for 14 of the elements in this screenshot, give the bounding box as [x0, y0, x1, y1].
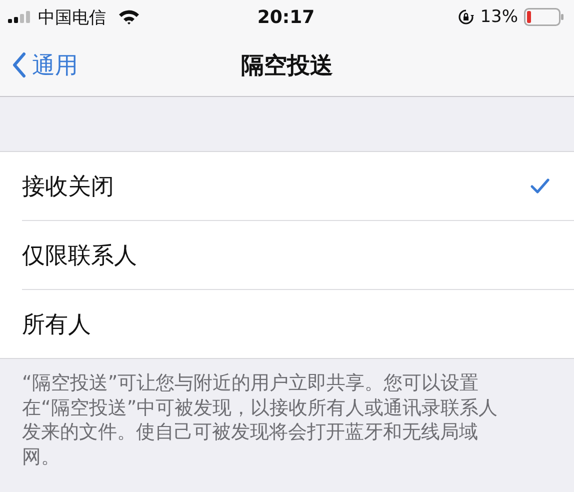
option-row[interactable]: 接收关闭	[22, 152, 574, 220]
status-time: 20:17	[257, 6, 315, 28]
back-button[interactable]: 通用	[12, 50, 78, 80]
carrier-name: 中国电信	[38, 6, 106, 28]
signal-icon	[8, 11, 32, 23]
battery-percent: 13%	[480, 7, 518, 27]
chevron-left-icon	[12, 52, 26, 78]
wifi-icon	[118, 9, 140, 25]
option-row[interactable]: 所有人	[22, 289, 574, 358]
footer-note: “隔空投送”可让您与附近的用户立即共享。您可以设置在“隔空投送”中可被发现，以接收所有人或通讯录联系人发来的文件。使自己可被发现将会打开蓝牙和无线局域网。	[22, 371, 499, 469]
option-row[interactable]: 仅限联系人	[22, 220, 574, 289]
page-title: 隔空投送	[241, 52, 333, 80]
rotation-lock-icon	[458, 9, 474, 25]
battery-icon	[524, 8, 564, 26]
